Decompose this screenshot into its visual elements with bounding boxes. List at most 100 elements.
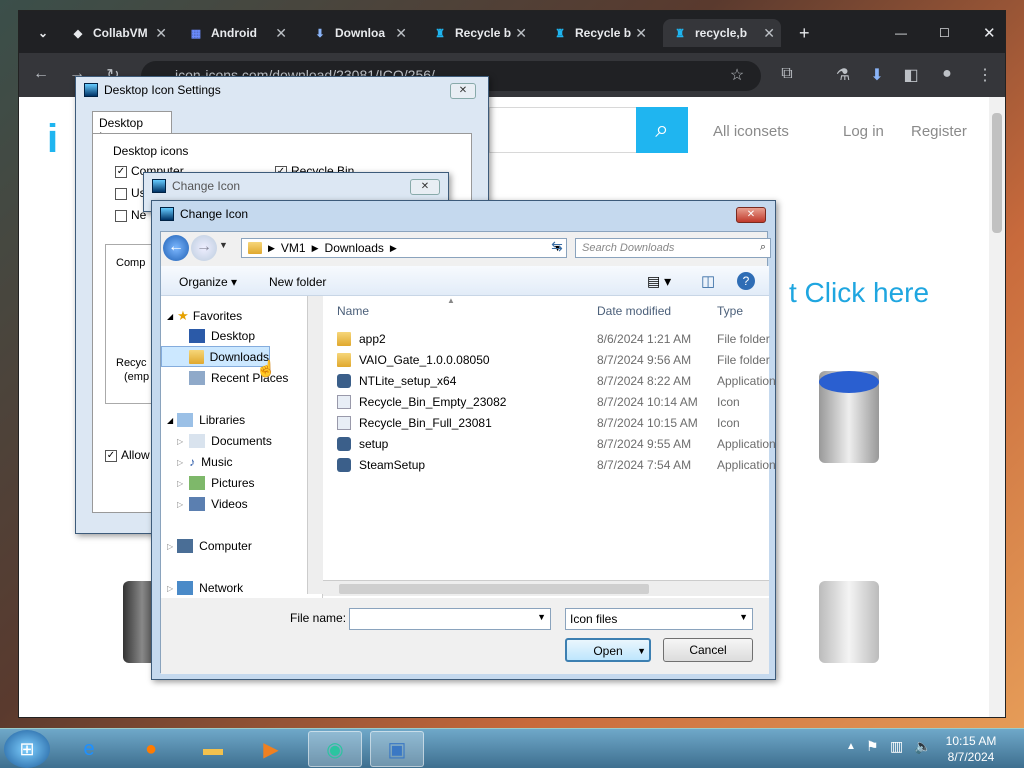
page-scrollbar-thumb[interactable]	[992, 113, 1002, 233]
tab-android[interactable]: ▦ Android ✕	[179, 19, 293, 47]
network-tray-icon[interactable]: ▥	[890, 738, 903, 755]
browser-taskbar-icon[interactable]: ◉	[308, 731, 362, 767]
recycle-bin-full-image[interactable]	[819, 371, 879, 463]
nav-computer[interactable]: ▷ Computer	[167, 539, 252, 553]
nav-pane-scrollbar[interactable]	[307, 296, 323, 594]
ie-taskbar-icon[interactable]: e	[62, 731, 116, 767]
firefox-taskbar-icon[interactable]: ●	[124, 731, 178, 767]
close-icon[interactable]: ✕	[395, 25, 407, 42]
close-button[interactable]: ✕	[450, 83, 476, 99]
file-name-input[interactable]: ▼	[349, 608, 551, 630]
file-row[interactable]: app2 8/6/2024 1:21 AM File folder	[323, 328, 770, 349]
tab-collabvm[interactable]: ◆ CollabVM ✕	[61, 19, 173, 47]
site-search-input[interactable]	[489, 107, 636, 153]
open-button[interactable]: Open ▼	[565, 638, 651, 662]
close-button[interactable]: ✕	[410, 179, 440, 195]
nav-libraries[interactable]: ◢ Libraries	[167, 413, 245, 427]
file-row[interactable]: SteamSetup 8/7/2024 7:54 AM Application	[323, 454, 776, 475]
column-name[interactable]: Name	[337, 304, 369, 318]
recycle-bin-full-white-image[interactable]	[819, 581, 879, 663]
back-arrow-icon[interactable]: ←	[31, 65, 51, 83]
file-row[interactable]: Recycle_Bin_Empty_23082 8/7/2024 10:14 AM…	[323, 391, 769, 412]
action-center-flag-icon[interactable]: ⚑	[866, 738, 879, 755]
star-icon[interactable]: ☆	[727, 65, 747, 85]
minimize-button[interactable]: —	[885, 19, 907, 47]
file-row[interactable]: NTLite_setup_x64 8/7/2024 8:22 AM Applicat…	[323, 370, 776, 391]
nav-pictures[interactable]: ▷ Pictures	[177, 476, 255, 490]
file-row[interactable]: setup 8/7/2024 9:55 AM Application	[323, 433, 776, 454]
all-iconsets-link[interactable]: All iconsets	[713, 123, 789, 140]
new-folder-button[interactable]: New folder	[269, 275, 326, 289]
site-logo[interactable]: i	[47, 117, 77, 163]
click-here-link[interactable]: t Click here	[789, 277, 929, 309]
nav-desktop[interactable]: Desktop	[189, 329, 255, 343]
chevron-down-icon: ▼	[637, 646, 646, 656]
tab-recycle-2[interactable]: ♜ Recycle b ✕	[543, 19, 653, 47]
dialog-title: Change Icon	[160, 207, 248, 221]
labs-icon[interactable]: ⚗	[833, 65, 853, 85]
new-tab-button[interactable]: +	[789, 19, 817, 47]
help-icon[interactable]: ?	[737, 272, 755, 290]
tab-label: Recycle b	[575, 26, 632, 40]
chevron-down-icon[interactable]: ▼	[537, 612, 546, 622]
side-panel-icon[interactable]: ◧	[901, 65, 921, 85]
nav-music[interactable]: ▷ ♪ Music	[177, 455, 233, 469]
show-hidden-icons-icon[interactable]: ▲	[846, 741, 856, 752]
close-window-button[interactable]: ✕	[973, 19, 996, 47]
nav-videos[interactable]: ▷ Videos	[177, 497, 248, 511]
refresh-icon[interactable]: ⇆	[547, 238, 567, 258]
tab-desktop-icons[interactable]: Desktop Icons	[92, 111, 172, 144]
tab-recycle-active[interactable]: ♜ recycle,b ✕	[663, 19, 781, 47]
tab-search-button[interactable]: ⌄	[27, 19, 59, 47]
volume-muted-icon[interactable]: 🔈	[914, 738, 931, 755]
organize-button[interactable]: Organize ▾	[179, 275, 237, 289]
forward-arrow-icon[interactable]: →	[191, 235, 217, 261]
file-row[interactable]: Recycle_Bin_Full_23081 8/7/2024 10:15 AM I…	[323, 412, 769, 433]
breadcrumb-downloads[interactable]: Downloads	[325, 241, 384, 255]
back-arrow-icon[interactable]: ←	[163, 235, 189, 261]
close-icon[interactable]: ✕	[635, 25, 647, 42]
menu-icon[interactable]: ⋮	[975, 65, 995, 85]
display-settings-taskbar-icon[interactable]: ▣	[370, 731, 424, 767]
profile-icon[interactable]: ●	[937, 65, 957, 83]
system-clock[interactable]: 10:15 AM 8/7/2024	[936, 733, 1006, 765]
search-downloads-input[interactable]: Search Downloads ⌕	[575, 238, 771, 258]
search-icon[interactable]: ⌕	[636, 107, 688, 153]
login-link[interactable]: Log in	[843, 123, 884, 140]
downloads-icon[interactable]: ⬇	[867, 65, 887, 85]
nav-favorites[interactable]: ◢ ★ Favorites	[167, 308, 242, 324]
media-player-taskbar-icon[interactable]: ▶	[244, 731, 298, 767]
network-checkbox[interactable]: Ne	[115, 208, 146, 222]
explorer-taskbar-icon[interactable]: ▬	[186, 731, 240, 767]
nav-documents[interactable]: ▷ Documents	[177, 434, 272, 448]
nav-network[interactable]: ▷ Network	[167, 581, 243, 595]
close-button[interactable]: ✕	[736, 207, 766, 223]
breadcrumb-vm1[interactable]: VM1	[281, 241, 306, 255]
close-icon[interactable]: ✕	[275, 25, 287, 42]
cancel-button[interactable]: Cancel	[663, 638, 753, 662]
title-text: Desktop Icon Settings	[104, 83, 221, 97]
file-type-select[interactable]: Icon files ▼	[565, 608, 753, 630]
maximize-button[interactable]: ☐	[929, 19, 950, 47]
close-icon[interactable]: ✕	[763, 25, 775, 42]
column-date-modified[interactable]: Date modified	[597, 304, 671, 318]
user-files-checkbox[interactable]: Us	[115, 186, 146, 200]
nav-downloads[interactable]: Downloads	[161, 346, 270, 367]
view-options-icon[interactable]: ▤ ▾	[647, 273, 671, 290]
breadcrumb[interactable]: ▶ VM1 ▶ Downloads ▶ ▼	[241, 238, 567, 258]
close-icon[interactable]: ✕	[155, 25, 167, 42]
tab-recycle-1[interactable]: ♜ Recycle b ✕	[423, 19, 533, 47]
column-type[interactable]: Type	[717, 304, 743, 318]
recent-locations-dropdown-icon[interactable]: ▼	[219, 240, 228, 250]
register-link[interactable]: Register	[911, 123, 967, 140]
hscroll-thumb[interactable]	[339, 584, 649, 594]
file-row[interactable]: VAIO_Gate_1.0.0.08050 8/7/2024 9:56 AM Fil…	[323, 349, 770, 370]
preview-pane-icon[interactable]: ◫	[701, 272, 715, 290]
tab-download[interactable]: ⬇ Downloa ✕	[303, 19, 413, 47]
extensions-icon[interactable]: ⧉	[777, 65, 797, 83]
start-button[interactable]: ⊞	[4, 730, 50, 768]
file-list-hscrollbar[interactable]	[323, 580, 769, 596]
close-icon[interactable]: ✕	[515, 25, 527, 42]
allow-themes-checkbox[interactable]: ✓ Allow	[105, 448, 150, 462]
chevron-down-icon[interactable]: ▼	[739, 612, 748, 622]
